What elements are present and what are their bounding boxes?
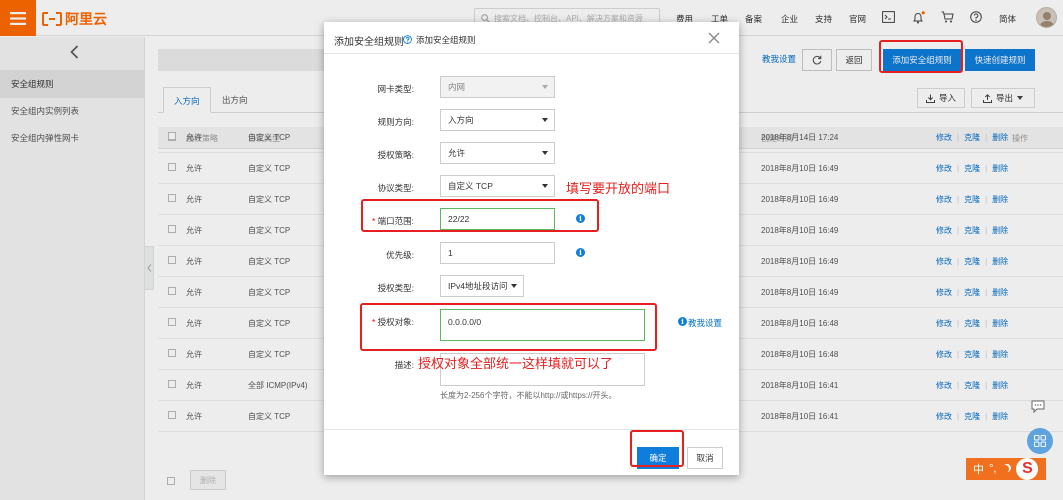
info-icon[interactable]: i (576, 248, 585, 257)
chevron-down-icon (542, 118, 548, 122)
ime-logo-icon: S (1016, 458, 1039, 480)
priority-input[interactable]: 1 (440, 242, 555, 264)
direction-value: 入方向 (448, 115, 474, 125)
policy-value: 允许 (448, 148, 466, 158)
dialog-tutorial-link[interactable]: 教我设置 (688, 317, 722, 329)
policy-select[interactable]: 允许 (440, 142, 555, 164)
nic-type-label: 网卡类型: (377, 84, 414, 94)
dialog-help-link[interactable]: 添加安全组规则 (416, 34, 476, 46)
description-label: 描述: (394, 360, 414, 370)
add-rule-dialog: 添加安全组规则 添加安全组规则 网卡类型: 内网 规则方向: 入方向 授权策略:… (324, 22, 739, 475)
cancel-button[interactable]: 取消 (687, 447, 723, 469)
moon-icon (1001, 465, 1009, 473)
close-icon[interactable] (708, 32, 720, 44)
highlight-port-range (361, 199, 599, 232)
ime-toolbar[interactable]: 中 °, S (966, 458, 1046, 480)
dialog-title: 添加安全组规则 (334, 37, 404, 48)
auth-type-select[interactable]: IPv4地址段访问 (440, 275, 524, 297)
dialog-header: 添加安全组规则 添加安全组规则 (324, 22, 739, 54)
chat-icon[interactable] (1031, 400, 1045, 413)
ime-punctuation: °, (989, 463, 997, 475)
protocol-label: 协议类型: (377, 183, 414, 193)
help-circle-icon[interactable] (403, 35, 412, 44)
auth-type-value: IPv4地址段访问 (448, 281, 508, 291)
chevron-down-icon (542, 151, 548, 155)
chevron-down-icon (542, 85, 548, 89)
direction-label: 规则方向: (377, 117, 414, 127)
protocol-value: 自定义 TCP (448, 181, 493, 191)
description-hint: 长度为2-256个字符，不能以http://或https://开头。 (440, 391, 617, 400)
apps-button[interactable] (1027, 428, 1053, 454)
port-annotation-text: 填写要开放的端口 (566, 181, 671, 196)
priority-label: 优先级: (386, 250, 414, 260)
nic-type-value: 内网 (448, 82, 466, 92)
ime-mode-label: 中 (973, 464, 984, 476)
auth-type-label: 授权类型: (377, 283, 414, 293)
info-icon: i (678, 317, 687, 326)
auth-annotation-text: 授权对象全部统一这样填就可以了 (418, 356, 614, 371)
highlight-auth-object (360, 303, 657, 351)
protocol-select[interactable]: 自定义 TCP (440, 175, 555, 197)
chevron-down-icon (511, 284, 517, 288)
chevron-down-icon (542, 184, 548, 188)
highlight-add-rule-button (879, 40, 963, 73)
policy-label: 授权策略: (377, 150, 414, 160)
highlight-confirm-button (630, 430, 684, 467)
nic-type-select: 内网 (440, 76, 555, 98)
grid-icon (1034, 435, 1046, 447)
direction-select[interactable]: 入方向 (440, 109, 555, 131)
priority-value: 1 (448, 248, 453, 258)
